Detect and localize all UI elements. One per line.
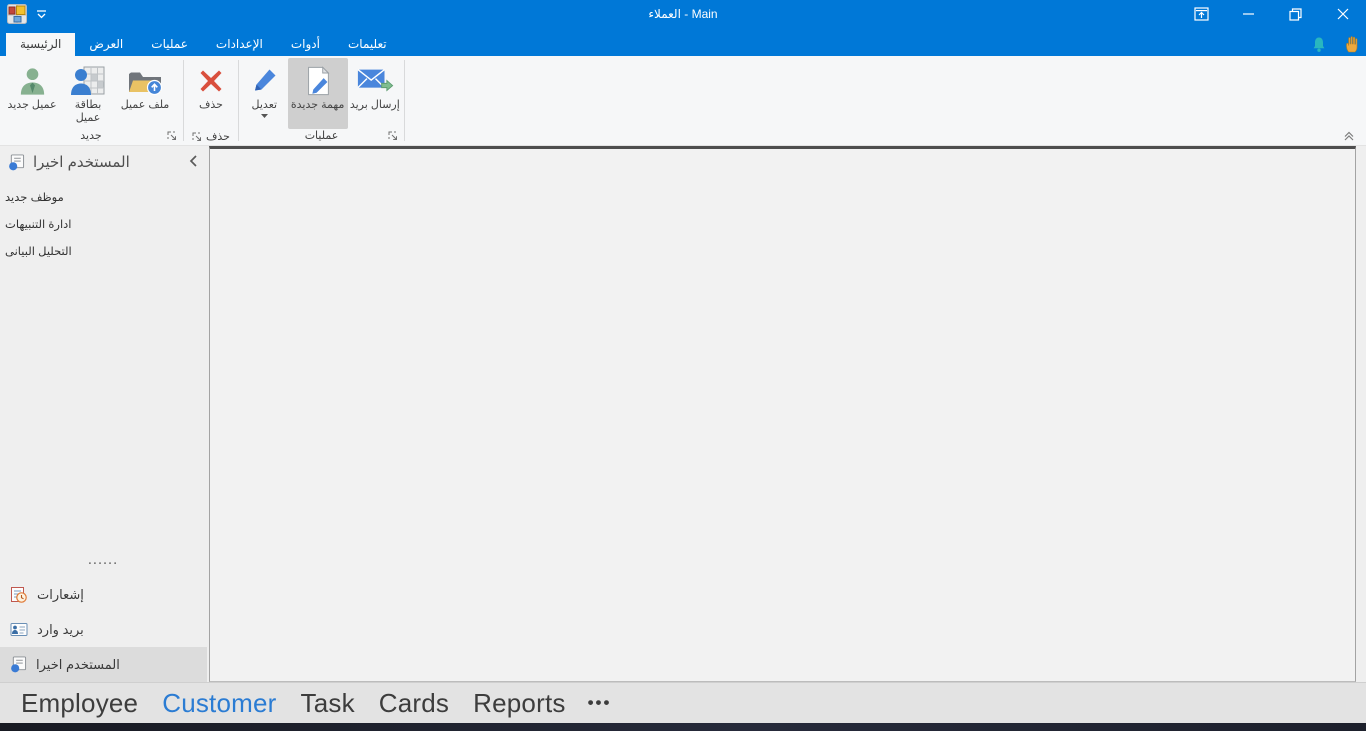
group-caption-new: جديد — [0, 129, 182, 145]
tab-help[interactable]: تعليمات — [334, 33, 401, 56]
recent-user-icon — [10, 656, 27, 673]
minimize-button[interactable] — [1225, 0, 1272, 28]
module-reports[interactable]: Reports — [461, 688, 577, 719]
new-customer-icon — [16, 63, 49, 99]
tab-view[interactable]: العرض — [75, 33, 137, 56]
new-customer-button[interactable]: عميل جديد — [3, 58, 61, 129]
delete-button[interactable]: حذف — [188, 58, 234, 129]
module-bar: Employee Customer Task Cards Reports ••• — [0, 682, 1366, 723]
app-logo-icon[interactable] — [7, 4, 27, 24]
group-separator — [183, 60, 184, 141]
titlebar: العملاء - Main — [0, 0, 1366, 28]
sidebar-header: المستخدم اخيرا — [0, 146, 207, 175]
new-task-icon — [302, 63, 334, 99]
module-customer[interactable]: Customer — [150, 688, 288, 719]
customer-file-icon — [126, 63, 164, 99]
window-title: العملاء - Main — [648, 0, 717, 28]
tab-tools[interactable]: أدوات — [277, 33, 334, 56]
module-cards[interactable]: Cards — [367, 688, 461, 719]
ribbon-group-new: عميل جديد — [0, 58, 182, 145]
sidebar-nav-notifications[interactable]: إشعارات — [0, 577, 207, 612]
module-employee[interactable]: Employee — [9, 688, 150, 719]
module-task[interactable]: Task — [289, 688, 367, 719]
edit-button[interactable]: تعديل — [243, 58, 286, 129]
tab-operations[interactable]: عمليات — [137, 33, 202, 56]
ribbon-group-delete: حذف حذف — [185, 58, 237, 145]
dropdown-arrow-icon — [261, 114, 268, 118]
recent-user-icon — [8, 154, 25, 171]
bell-icon[interactable] — [1311, 36, 1327, 53]
fullscreen-button[interactable] — [1178, 0, 1225, 28]
send-mail-button[interactable]: إرسال بريد — [350, 58, 400, 129]
main-area: المستخدم اخيرا موظف جديد ادارة التنبيهات… — [0, 146, 1366, 682]
dialog-launcher-icon[interactable] — [192, 132, 202, 142]
sidebar-item-alerts-management[interactable]: ادارة التنبيهات — [0, 211, 207, 238]
module-more-ellipsis[interactable]: ••• — [578, 693, 622, 713]
delete-icon — [197, 63, 225, 99]
sidebar-item-new-employee[interactable]: موظف جديد — [0, 184, 207, 211]
group-separator — [238, 60, 239, 141]
raised-hand-icon[interactable] — [1343, 35, 1360, 53]
notifications-icon — [10, 586, 28, 604]
dialog-launcher-icon[interactable] — [388, 131, 398, 141]
ribbon: عميل جديد — [0, 56, 1366, 146]
collapse-sidebar-icon[interactable] — [188, 154, 198, 168]
sidebar-nav-recent-user[interactable]: المستخدم اخيرا — [0, 647, 207, 682]
sidebar-nav-inbox[interactable]: بريد وارد — [0, 612, 207, 647]
navigation-sidebar: المستخدم اخيرا موظف جديد ادارة التنبيهات… — [0, 146, 207, 682]
tab-settings[interactable]: الإعدادات — [202, 33, 277, 56]
sidebar-item-data-analysis[interactable]: التحليل البيانى — [0, 238, 207, 265]
sidebar-header-label: المستخدم اخيرا — [33, 153, 130, 171]
restore-button[interactable] — [1272, 0, 1319, 28]
group-caption-delete: حذف — [185, 129, 237, 145]
content-panel — [209, 146, 1356, 682]
customer-card-button[interactable]: بطاقة عميل — [63, 58, 113, 129]
group-separator — [404, 60, 405, 141]
quick-access-dropdown-icon[interactable] — [36, 8, 47, 20]
ribbon-group-operations: تعديل مهمة جديدة — [240, 58, 403, 145]
dialog-launcher-icon[interactable] — [167, 131, 177, 141]
close-button[interactable] — [1319, 0, 1366, 28]
application-window: العملاء - Main — [0, 0, 1366, 731]
tab-home[interactable]: الرئيسية — [6, 33, 75, 56]
send-mail-icon — [356, 63, 394, 99]
ribbon-tab-row: الرئيسية العرض عمليات الإعدادات أدوات تع… — [0, 28, 1366, 56]
customer-file-button[interactable]: ملف عميل — [115, 58, 175, 129]
sidebar-splitter-handle[interactable]: ...... — [0, 555, 207, 577]
group-caption-operations: عمليات — [240, 129, 403, 145]
customer-card-icon — [70, 63, 106, 99]
inbox-icon — [10, 622, 28, 637]
bottom-dark-strip — [0, 723, 1366, 731]
new-task-button[interactable]: مهمة جديدة — [288, 58, 348, 129]
edit-icon — [250, 63, 278, 99]
collapse-ribbon-icon[interactable] — [1342, 130, 1356, 142]
